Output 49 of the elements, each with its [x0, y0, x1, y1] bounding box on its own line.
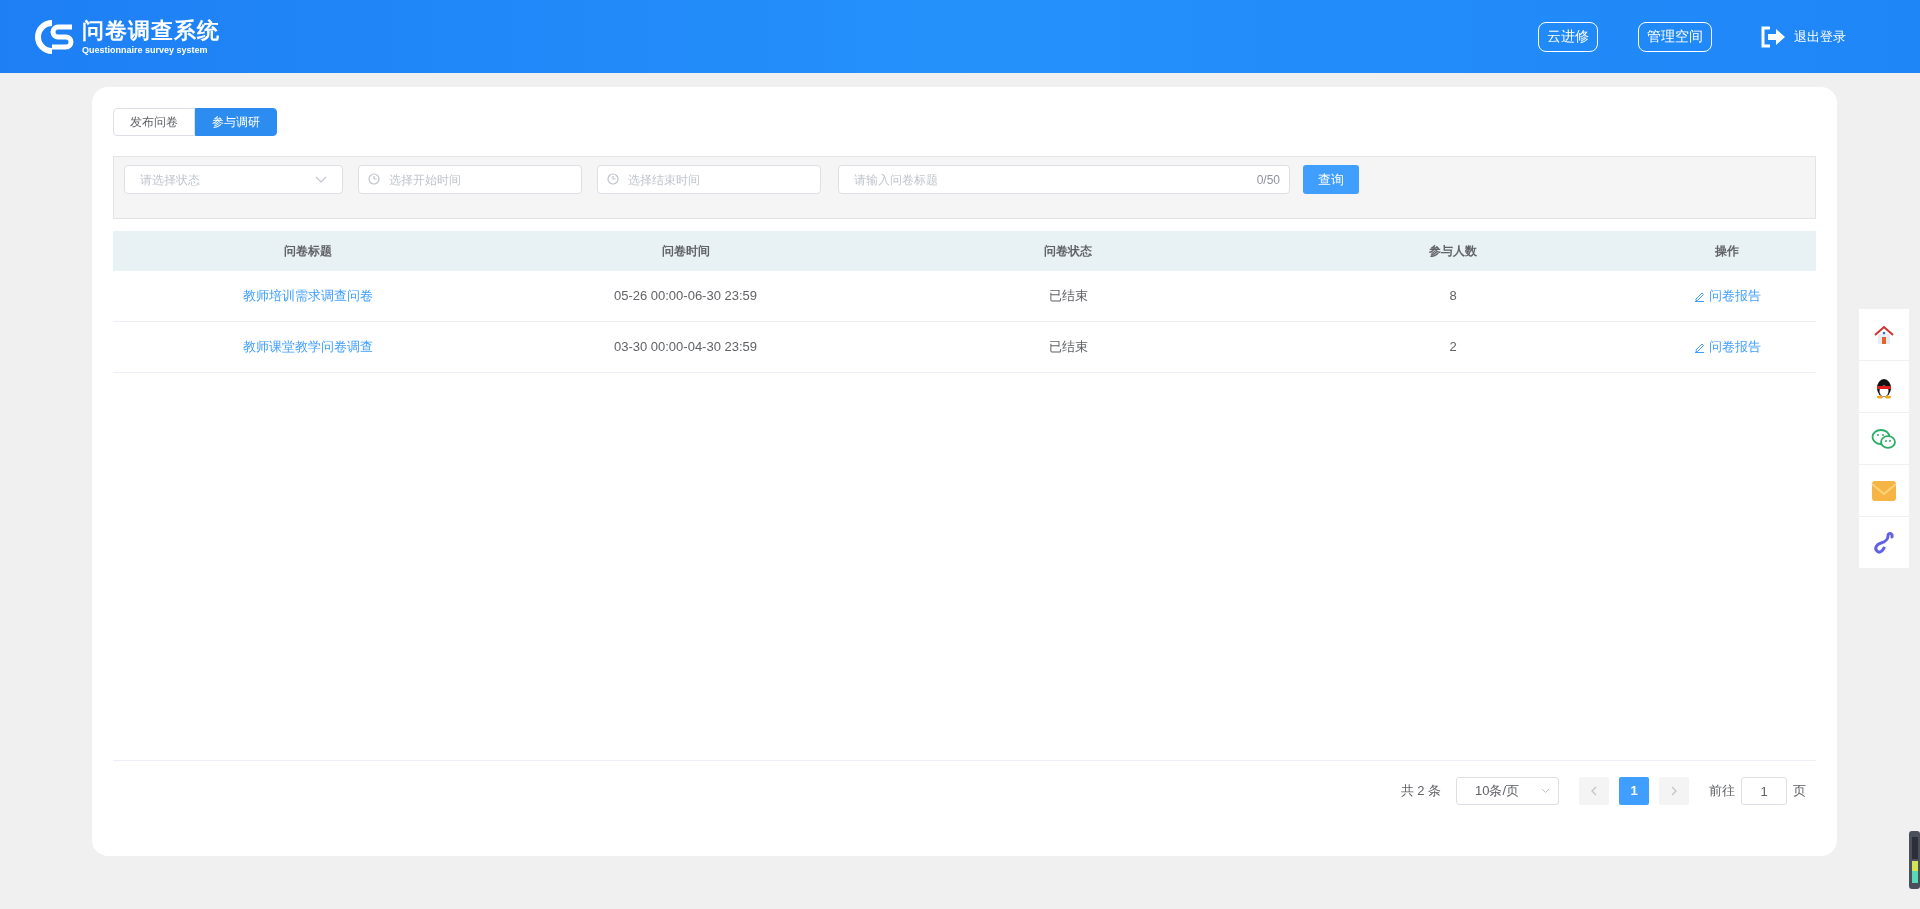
clock-icon: [607, 173, 619, 185]
goto-label: 前往: [1709, 782, 1735, 800]
header-button[interactable]: 云进修: [1538, 21, 1598, 52]
table-cell-text: 05-26 00:00-06-30 23:59: [612, 287, 759, 306]
column-header: 操作: [1714, 243, 1740, 260]
app-subtitle: Questionnaire survey system: [82, 43, 209, 56]
report-link[interactable]: 问卷报告: [1693, 337, 1761, 357]
link-icon: [1873, 530, 1895, 555]
chevron-right-icon: [1671, 786, 1677, 796]
chat-bubbles-icon: [1871, 427, 1897, 450]
report-link[interactable]: 问卷报告: [1693, 286, 1761, 306]
search-button[interactable]: 查询: [1303, 165, 1359, 194]
table-cell-text: 8: [1448, 287, 1458, 306]
chevron-down-icon: [1541, 788, 1550, 794]
edit-icon: [1693, 290, 1705, 302]
clock-icon: [368, 173, 380, 185]
chevron-left-icon: [1591, 786, 1597, 796]
chevron-down-icon: [315, 175, 327, 184]
header-button[interactable]: 管理空间: [1638, 21, 1712, 52]
page-button[interactable]: 1: [1619, 777, 1649, 805]
status-select[interactable]: 请选择状态: [124, 165, 343, 194]
logout-button[interactable]: 退出登录: [1760, 25, 1846, 48]
date-field[interactable]: 选择结束时间: [597, 165, 821, 194]
page-size-select[interactable]: 10条/页: [1456, 777, 1559, 805]
page-suffix: 页: [1793, 782, 1806, 800]
column-header: 问卷时间: [660, 243, 711, 260]
column-header: 参与人数: [1428, 243, 1478, 260]
select-placeholder: 请选择状态: [140, 171, 200, 189]
level-meter-drawing: [1909, 831, 1920, 889]
total-count: 共 2 条: [1400, 782, 1441, 800]
survey-title-link[interactable]: 教师课堂教学问卷调查: [113, 337, 503, 357]
column-header: 问卷状态: [1043, 243, 1093, 260]
char-count: 0/50: [1256, 172, 1280, 189]
tab[interactable]: 发布问卷: [113, 108, 195, 136]
table-cell-text: 已结束: [1047, 287, 1089, 306]
column-header: 问卷标题: [283, 243, 333, 260]
table-cell-text: 2: [1448, 338, 1458, 357]
envelope-icon: [1871, 479, 1897, 502]
table-cell-text: 03-30 00:00-04-30 23:59: [612, 338, 759, 357]
date-field[interactable]: 选择开始时间: [358, 165, 582, 194]
house-icon: [1873, 324, 1895, 345]
page-input[interactable]: 1: [1741, 777, 1787, 805]
survey-title-link[interactable]: 教师培训需求调查问卷: [113, 286, 503, 306]
select-value: 10条/页: [1475, 782, 1520, 801]
table-cell-text: 已结束: [1047, 338, 1089, 357]
app-title: 问卷调查系统: [82, 17, 220, 44]
tab[interactable]: 参与调研: [195, 108, 277, 136]
edit-icon: [1693, 341, 1705, 353]
logout-icon: [1760, 25, 1786, 48]
